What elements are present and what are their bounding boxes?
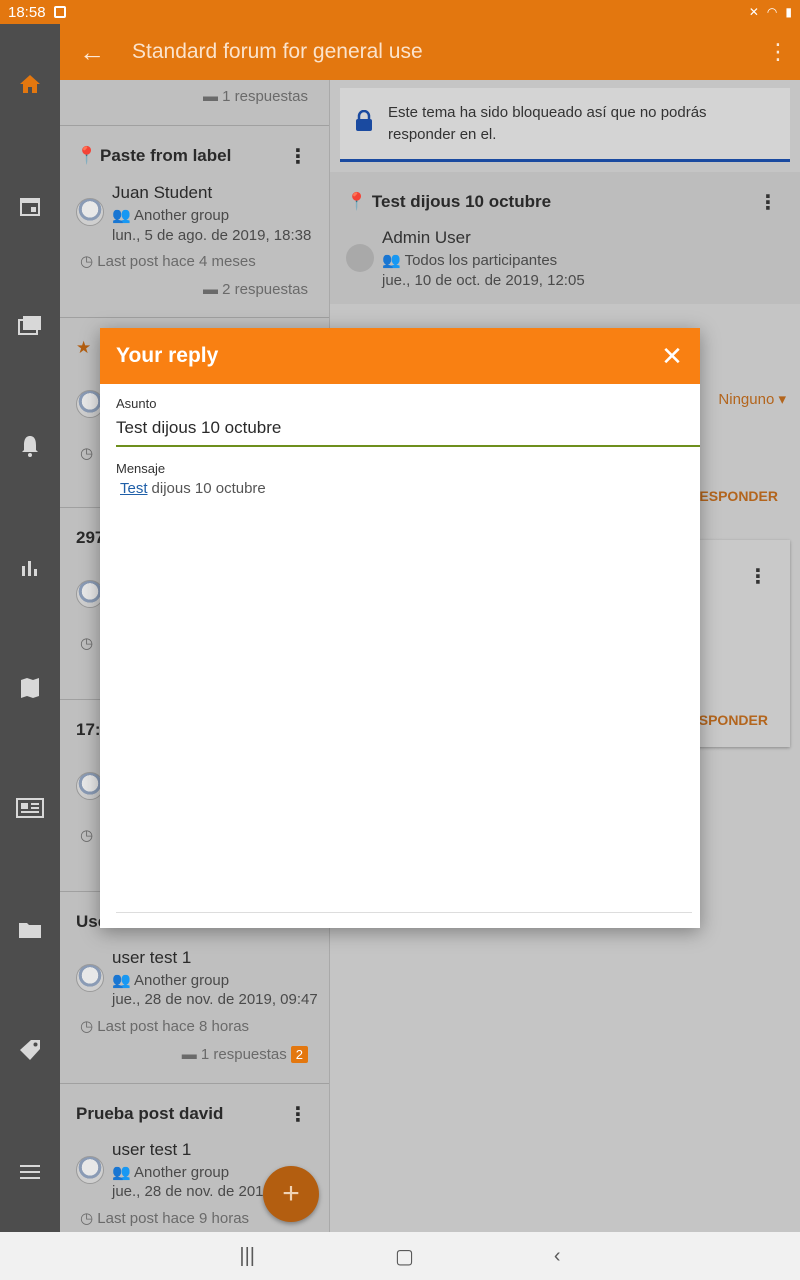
- page-title: Standard forum for general use: [132, 40, 423, 63]
- clock-icon: ◷: [80, 445, 94, 462]
- discussion-title: Prueba post david: [76, 1104, 224, 1123]
- subject-label: Asunto: [116, 396, 157, 411]
- modal-title: Your reply: [116, 344, 219, 367]
- discussion-title: 📍 Paste from label: [76, 146, 232, 165]
- reply-count: ▬ 1 respuestas 2: [182, 1046, 308, 1063]
- author-name: user test 1: [112, 948, 192, 967]
- post-date: jue., 28 de nov. de 2019: [112, 1183, 272, 1200]
- last-post: ◷ Last post hace 8 horas: [80, 1018, 250, 1035]
- status-bar: 18:58 ✕ ◠ ▮: [0, 0, 800, 24]
- pin-icon: 📍: [76, 146, 98, 165]
- comments-icon: ▬: [202, 88, 218, 105]
- group-name: 👥 Another group: [112, 972, 230, 989]
- battery-icon: ▮: [785, 5, 792, 19]
- more-options-icon[interactable]: ⋮: [748, 564, 768, 589]
- reply-count: ▬ 2 respuestas: [202, 281, 308, 298]
- add-discussion-button[interactable]: +: [263, 1166, 319, 1222]
- system-nav-bar: ||| ▢ ‹: [0, 1232, 800, 1280]
- top-app-bar: ← Standard forum for general use ⋮: [60, 24, 800, 80]
- discussion-title: 17:: [76, 720, 101, 739]
- grades-icon[interactable]: [0, 538, 60, 598]
- message-text: dijous 10 octubre: [151, 480, 266, 497]
- comments-icon: ▬: [181, 1046, 201, 1063]
- home-button-icon[interactable]: ▢: [395, 1244, 414, 1269]
- dropdown-icon: ▾: [778, 391, 786, 408]
- author-name: Juan Student: [112, 183, 213, 202]
- clock-icon: ◷: [80, 827, 94, 844]
- back-nav-icon[interactable]: ‹: [554, 1245, 561, 1268]
- clock-icon: ◷: [80, 1018, 98, 1035]
- subject-input[interactable]: Test dijous 10 octubre: [116, 418, 700, 447]
- last-post: ◷ Last post hace 4 meses: [80, 253, 256, 270]
- tags-icon[interactable]: [0, 1020, 60, 1080]
- recent-apps-icon[interactable]: |||: [239, 1245, 255, 1268]
- status-icons: ✕ ◠ ▮: [749, 5, 792, 19]
- menu-icon[interactable]: [0, 1142, 60, 1202]
- clock-icon: ◷: [80, 1210, 98, 1227]
- more-options-icon[interactable]: ⋮: [758, 190, 778, 215]
- group-name: 👥 Another group: [112, 1164, 230, 1181]
- group-icon: 👥: [112, 1164, 135, 1181]
- last-post: ◷ Last post hace 9 horas: [80, 1210, 250, 1227]
- map-icon[interactable]: [0, 658, 60, 718]
- side-menu: [0, 24, 60, 1232]
- post-title: 📍 Test dijous 10 octubre: [346, 192, 552, 211]
- message-link[interactable]: Test: [120, 480, 148, 497]
- unread-badge: 2: [290, 1046, 308, 1063]
- sort-select[interactable]: Ninguno ▾: [718, 390, 786, 408]
- mute-icon: ✕: [748, 5, 759, 19]
- list-item[interactable]: ▬ 1 respuestas: [60, 80, 329, 126]
- plus-icon: +: [282, 1177, 300, 1210]
- files-icon[interactable]: [0, 900, 60, 960]
- modal-header: Your reply ✕: [100, 328, 700, 384]
- group-icon: 👥: [112, 972, 135, 989]
- comments-icon: ▬: [202, 281, 223, 298]
- pin-icon: 📍: [346, 192, 372, 211]
- clock-icon: ◷: [80, 253, 98, 270]
- group-name: 👥 Another group: [112, 207, 230, 224]
- post-date: jue., 10 de oct. de 2019, 12:05: [382, 272, 585, 289]
- lock-icon: [340, 109, 388, 138]
- news-icon[interactable]: [0, 778, 60, 838]
- avatar: [346, 244, 374, 272]
- group-icon: 👥: [112, 207, 135, 224]
- close-icon[interactable]: ✕: [660, 341, 684, 372]
- forums-icon[interactable]: [0, 296, 60, 356]
- home-icon[interactable]: [0, 54, 60, 114]
- editor-toolbar-divider: [116, 912, 692, 913]
- notification-icon: [53, 6, 66, 18]
- status-time: 18:58: [8, 3, 46, 21]
- post-date: jue., 28 de nov. de 2019, 09:47: [112, 991, 318, 1008]
- locked-notice: Este tema ha sido bloqueado así que no p…: [340, 88, 790, 162]
- reply-modal: Your reply ✕ Asunto Test dijous 10 octub…: [100, 328, 700, 928]
- avatar: [76, 964, 104, 992]
- star-icon: ★: [76, 338, 92, 357]
- message-label: Mensaje: [116, 461, 166, 476]
- reply-button[interactable]: RESPONDER: [689, 488, 778, 504]
- author-name: Admin User: [382, 228, 471, 247]
- more-options-icon[interactable]: ⋮: [288, 144, 308, 169]
- more-options-icon[interactable]: ⋮: [756, 39, 800, 65]
- author-name: user test 1: [112, 1140, 192, 1159]
- notifications-icon[interactable]: [0, 416, 60, 476]
- calendar-icon[interactable]: [0, 176, 60, 236]
- avatar: [76, 198, 104, 226]
- back-arrow-icon[interactable]: ←: [60, 37, 124, 68]
- clock-icon: ◷: [80, 635, 94, 652]
- locked-notice-text: Este tema ha sido bloqueado así que no p…: [388, 103, 707, 143]
- list-item[interactable]: 📍 Paste from label ⋮ Juan Student 👥 Anoth…: [60, 126, 329, 318]
- reply-count: ▬ 1 respuestas: [202, 88, 308, 105]
- wifi-icon: ◠: [766, 5, 778, 19]
- post-card: 📍 Test dijous 10 octubre ⋮ Admin User 👥 …: [330, 172, 800, 304]
- avatar: [76, 1156, 104, 1184]
- message-editor[interactable]: Test dijous 10 octubre: [120, 480, 266, 497]
- group-icon: 👥: [382, 252, 405, 269]
- post-date: lun., 5 de ago. de 2019, 18:38: [112, 227, 312, 244]
- group-name: 👥 Todos los participantes: [382, 252, 558, 269]
- more-options-icon[interactable]: ⋮: [288, 1102, 308, 1127]
- reply-button[interactable]: ESPONDER: [689, 712, 768, 728]
